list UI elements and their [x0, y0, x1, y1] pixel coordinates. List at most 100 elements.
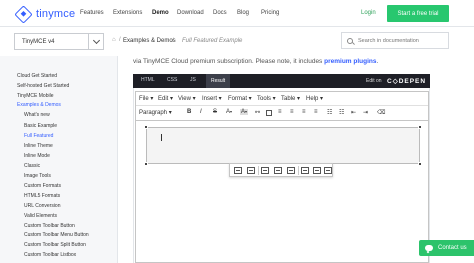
resize-handle-se[interactable] — [418, 162, 422, 166]
delete-table-icon[interactable] — [247, 167, 255, 174]
sidebar-item-examples-demos[interactable]: Examples & Demos — [17, 102, 61, 108]
sidebar-item-whats-new[interactable]: What's new — [24, 112, 50, 118]
menu-help[interactable]: Help ▾ — [306, 95, 323, 102]
toolbar-separator — [298, 166, 299, 175]
insert-column-after-icon[interactable] — [313, 167, 321, 174]
menu-format[interactable]: Format ▾ — [228, 95, 252, 102]
menu-table[interactable]: Table ▾ — [281, 95, 300, 102]
editor-content[interactable] — [136, 121, 428, 262]
toolbar-separator — [258, 166, 259, 175]
nav-docs[interactable]: Docs — [213, 10, 227, 16]
menu-insert[interactable]: Insert ▾ — [202, 95, 222, 102]
menu-file[interactable]: File ▾ — [139, 95, 153, 102]
insert-column-before-icon[interactable] — [301, 167, 309, 174]
tab-result[interactable]: Result — [206, 74, 231, 88]
link-icon[interactable]: ⚯ — [255, 109, 260, 116]
background-color-button[interactable]: A▾ — [240, 109, 249, 115]
sidebar-item-url-conversion[interactable]: URL Conversion — [24, 203, 61, 209]
nav-download[interactable]: Download — [177, 10, 204, 16]
sidebar-item-full-featured[interactable]: Full Featured — [24, 133, 53, 139]
sidebar-item-custom-toolbar-listbox[interactable]: Custom Toolbar Listbox — [24, 252, 76, 258]
align-center-icon[interactable]: ≡ — [290, 109, 294, 115]
menu-help-label: Help — [306, 96, 319, 102]
version-select[interactable]: TinyMCE v4 — [14, 33, 104, 50]
align-right-icon[interactable]: ≡ — [302, 109, 306, 115]
delete-row-icon[interactable] — [287, 167, 295, 174]
insert-row-after-icon[interactable] — [274, 167, 282, 174]
tab-css[interactable]: CSS — [167, 77, 177, 83]
table-properties-icon[interactable] — [234, 167, 242, 174]
menu-view[interactable]: View ▾ — [178, 95, 196, 102]
tinymce-logo-icon — [14, 4, 33, 24]
sidebar-item-valid-elements[interactable]: Valid Elements — [24, 213, 57, 219]
sidebar-item-custom-toolbar-menu-button[interactable]: Custom Toolbar Menu Button — [24, 232, 89, 238]
nav-blog[interactable]: Blog — [237, 10, 249, 16]
nav-demo[interactable]: Demo — [152, 10, 169, 16]
bold-button[interactable]: B — [187, 109, 191, 115]
text-color-button[interactable]: A▾ — [226, 109, 232, 115]
intro-end: . — [376, 58, 379, 65]
editor-menubar: File ▾ Edit ▾ View ▾ Insert ▾ Format ▾ T… — [136, 92, 428, 106]
sidebar-item-cloud-get-started[interactable]: Cloud Get Started — [17, 73, 57, 79]
tab-js[interactable]: JS — [190, 77, 196, 83]
menu-insert-label: Insert — [202, 96, 218, 102]
tab-html[interactable]: HTML — [141, 77, 155, 83]
login-link[interactable]: Login — [361, 10, 376, 16]
clear-formatting-icon[interactable]: ⌫ — [377, 109, 385, 116]
indent-icon[interactable]: ⇥ — [363, 109, 368, 116]
sidebar-item-classic[interactable]: Classic — [24, 163, 40, 169]
nav-extensions[interactable]: Extensions — [113, 10, 142, 16]
menu-format-label: Format — [228, 96, 248, 102]
sidebar-item-mobile[interactable]: TinyMCE Mobile — [17, 93, 54, 99]
resize-handle-sw[interactable] — [144, 162, 148, 166]
nav-pricing[interactable]: Pricing — [261, 10, 279, 16]
strikethrough-button[interactable]: S — [213, 109, 217, 115]
sidebar-item-custom-toolbar-split-button[interactable]: Custom Toolbar Split Button — [24, 242, 86, 248]
chevron-down-icon — [88, 34, 103, 49]
align-justify-icon[interactable]: ≡ — [314, 109, 318, 115]
sidebar-item-basic-example[interactable]: Basic Example — [24, 123, 57, 129]
sidebar-item-inline-mode[interactable]: Inline Mode — [24, 153, 50, 159]
home-icon[interactable]: ⌂ — [112, 37, 116, 43]
block-format-value: Paragraph — [139, 110, 168, 116]
search-input[interactable] — [358, 37, 446, 44]
resize-handle-nw[interactable] — [144, 125, 148, 129]
image-icon[interactable] — [266, 110, 272, 116]
sidebar-item-custom-formats[interactable]: Custom Formats — [24, 183, 61, 189]
italic-button[interactable]: I — [200, 109, 202, 115]
search-icon — [347, 37, 353, 44]
block-format-select[interactable]: Paragraph ▾ — [139, 109, 172, 116]
tinymce-editor: File ▾ Edit ▾ View ▾ Insert ▾ Format ▾ T… — [135, 91, 429, 263]
sidebar-item-custom-toolbar-button[interactable]: Custom Toolbar Button — [24, 223, 75, 229]
premium-plugins-link[interactable]: premium plugins — [324, 58, 376, 65]
search-box[interactable] — [341, 32, 449, 49]
chat-icon — [425, 245, 433, 251]
tinymce-logo[interactable]: tinymce — [14, 4, 75, 24]
menu-edit-label: Edit — [158, 96, 169, 102]
menu-edit[interactable]: Edit ▾ — [158, 95, 173, 102]
table-context-toolbar — [229, 163, 333, 177]
codepen-logo[interactable]: C◇DEPEN — [387, 77, 426, 85]
numbered-list-icon[interactable]: ☷ — [327, 109, 332, 116]
version-select-value: TinyMCE v4 — [22, 39, 55, 45]
sidebar-item-self-hosted[interactable]: Self-hosted Get Started — [17, 83, 69, 89]
breadcrumb-examples[interactable]: Examples & Demos — [123, 38, 176, 44]
insert-row-before-icon[interactable] — [261, 167, 269, 174]
docs-sidebar: Cloud Get Started Self-hosted Get Starte… — [0, 56, 118, 263]
align-left-icon[interactable]: ≡ — [278, 109, 282, 115]
codepen-tabbar: HTML CSS JS Result Edit on C◇DEPEN — [133, 74, 430, 88]
delete-column-icon[interactable] — [324, 167, 332, 174]
contact-us-button[interactable]: Contact us — [419, 240, 474, 256]
bullet-list-icon[interactable]: ☷ — [339, 109, 344, 116]
resize-handle-ne[interactable] — [418, 125, 422, 129]
start-free-trial-button[interactable]: Start a free trial — [387, 5, 449, 22]
menu-tools[interactable]: Tools ▾ — [257, 95, 276, 102]
outdent-icon[interactable]: ⇤ — [351, 109, 356, 116]
sidebar-item-html5-formats[interactable]: HTML5 Formats — [24, 193, 60, 199]
edit-on-label[interactable]: Edit on — [366, 78, 382, 84]
selected-table[interactable] — [144, 125, 422, 166]
sidebar-item-image-tools[interactable]: Image Tools — [24, 173, 51, 179]
sidebar-item-inline-theme[interactable]: Inline Theme — [24, 143, 53, 149]
nav-features[interactable]: Features — [80, 10, 104, 16]
editor-toolbar: Paragraph ▾ B I S A▾ A▾ ⚯ ≡ ≡ ≡ ≡ ☷ ☷ ⇤ … — [136, 106, 428, 121]
